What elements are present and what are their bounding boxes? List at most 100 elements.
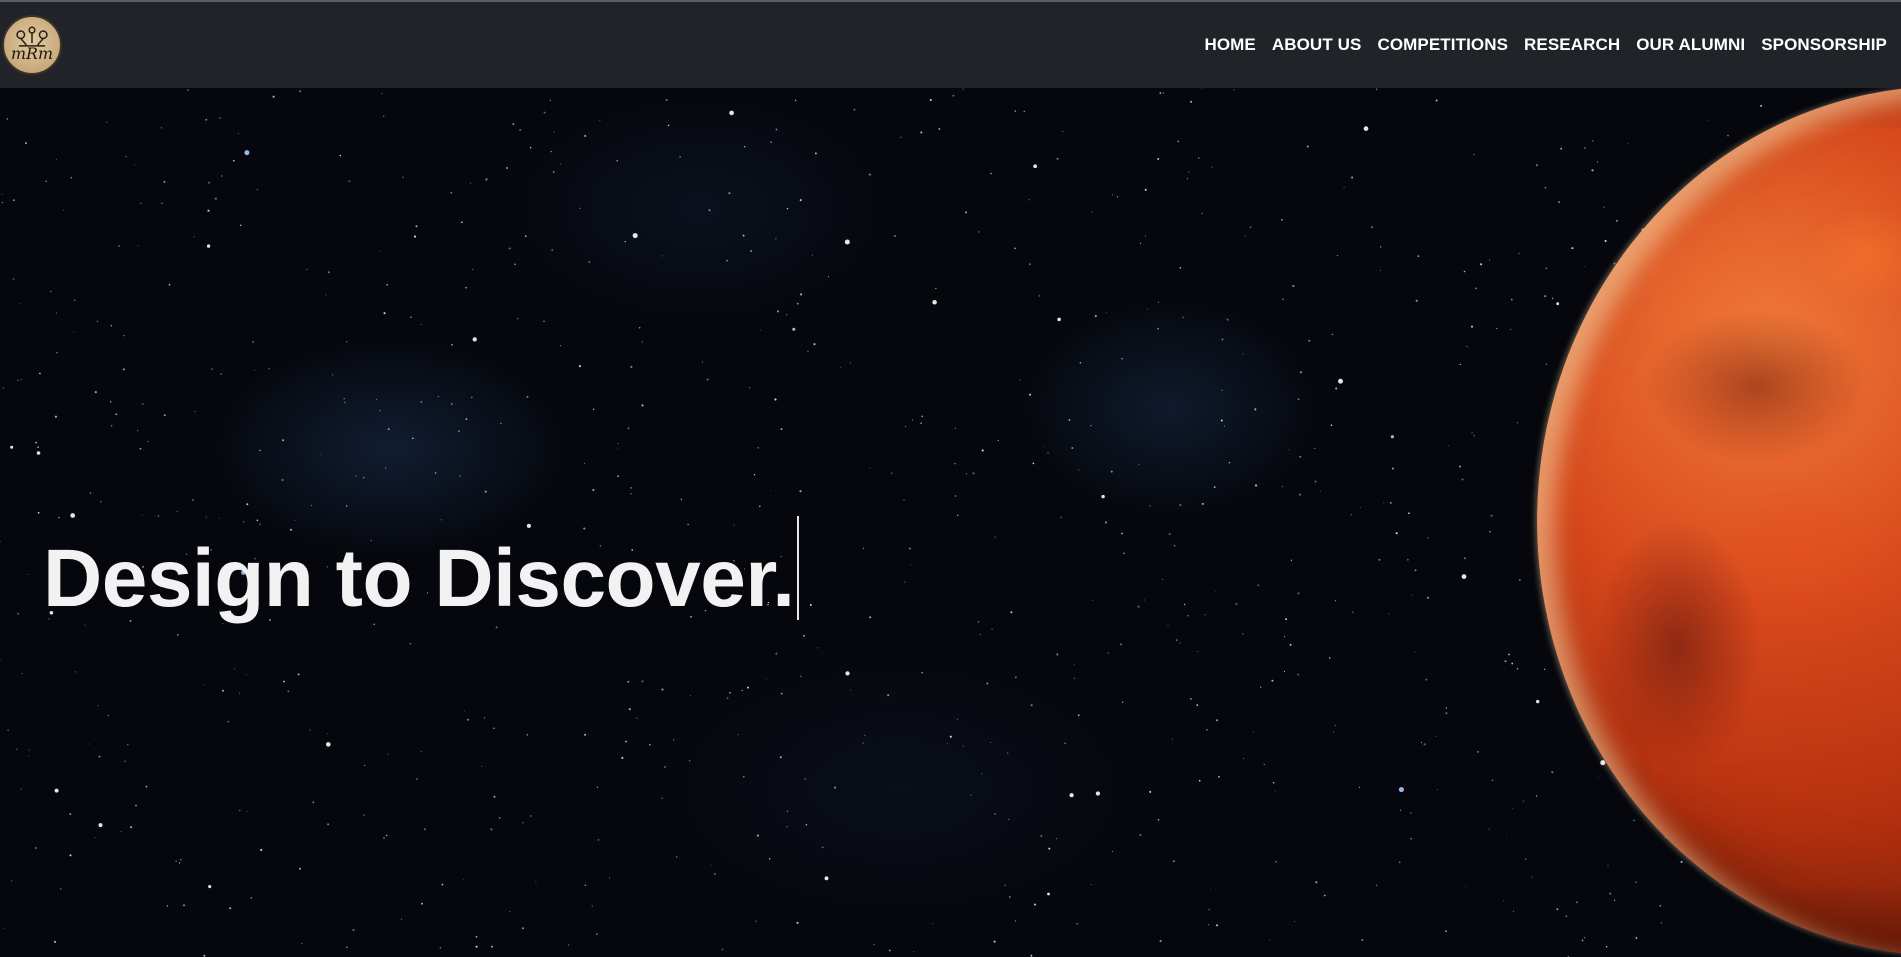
nav-home[interactable]: HOME — [1204, 35, 1255, 55]
star — [11, 880, 13, 882]
star — [45, 180, 47, 183]
star — [1274, 790, 1276, 792]
star — [1727, 135, 1729, 137]
star — [524, 235, 527, 238]
star — [850, 689, 852, 691]
star — [1167, 624, 1169, 626]
star — [1289, 643, 1292, 646]
star — [1078, 469, 1080, 471]
star — [39, 372, 41, 375]
star — [20, 788, 22, 790]
star — [458, 430, 460, 432]
star — [1254, 484, 1258, 487]
nav-research[interactable]: RESEARCH — [1524, 35, 1620, 55]
star — [981, 773, 983, 775]
star — [1445, 930, 1447, 933]
team-logo[interactable]: mRm — [2, 15, 62, 75]
star — [1605, 946, 1608, 948]
star — [1315, 881, 1318, 884]
star — [679, 156, 681, 158]
star — [1525, 858, 1527, 860]
star — [1358, 786, 1361, 789]
star — [688, 759, 691, 762]
star — [53, 940, 57, 943]
star — [1179, 504, 1182, 507]
nav-about-us[interactable]: ABOUT US — [1272, 35, 1362, 55]
star — [509, 910, 511, 913]
star — [938, 128, 941, 130]
star — [617, 475, 619, 477]
star — [1010, 611, 1013, 614]
star — [283, 680, 286, 683]
star — [1157, 157, 1160, 160]
star — [796, 302, 799, 305]
star — [475, 936, 478, 938]
star — [1299, 371, 1302, 374]
star — [1350, 514, 1352, 516]
star — [1461, 478, 1464, 481]
star — [1033, 903, 1037, 906]
star — [776, 310, 779, 313]
star — [34, 847, 37, 849]
star — [352, 928, 355, 932]
star — [913, 951, 915, 953]
star — [192, 499, 195, 502]
star — [911, 419, 913, 421]
star — [1320, 490, 1322, 492]
star — [1064, 742, 1066, 744]
star — [827, 276, 829, 278]
star — [25, 142, 27, 145]
star — [362, 476, 365, 479]
star — [204, 684, 205, 686]
star — [1149, 790, 1152, 793]
star — [701, 361, 704, 363]
star — [1544, 295, 1547, 298]
star — [1269, 939, 1271, 941]
star — [239, 224, 242, 226]
star — [381, 93, 383, 94]
nav-competitions[interactable]: COMPETITIONS — [1377, 35, 1508, 55]
star — [1074, 677, 1076, 679]
star — [981, 449, 984, 452]
star — [1314, 447, 1316, 450]
star — [210, 368, 213, 371]
star — [1182, 316, 1184, 318]
star — [519, 128, 522, 131]
star — [252, 341, 254, 343]
star — [903, 499, 905, 501]
star — [845, 671, 850, 676]
star — [1263, 763, 1265, 766]
star — [949, 735, 952, 738]
star — [649, 744, 651, 746]
star — [1466, 345, 1468, 347]
star — [13, 199, 15, 201]
star — [1334, 724, 1337, 727]
nav-sponsorship[interactable]: SPONSORSHIP — [1761, 35, 1887, 55]
star — [1414, 651, 1416, 653]
star — [1680, 860, 1683, 863]
star — [1425, 678, 1428, 681]
star — [306, 268, 308, 270]
star — [1543, 668, 1546, 670]
star — [741, 689, 743, 692]
star — [813, 343, 816, 346]
star — [246, 811, 248, 813]
nav-our-alumni[interactable]: OUR ALUMNI — [1636, 35, 1745, 55]
hero-section: Design to Discover. — [0, 88, 1901, 957]
star — [994, 536, 996, 538]
star — [490, 828, 493, 831]
star — [1015, 676, 1017, 678]
star — [641, 680, 644, 683]
star — [800, 293, 803, 296]
star — [812, 254, 813, 256]
star — [253, 369, 255, 371]
star — [1343, 186, 1345, 188]
star — [387, 753, 389, 755]
star — [1285, 618, 1288, 621]
star — [621, 756, 624, 759]
star — [1420, 741, 1422, 744]
star — [1391, 467, 1394, 470]
star — [579, 207, 581, 209]
star — [1488, 259, 1491, 261]
star — [345, 505, 348, 507]
